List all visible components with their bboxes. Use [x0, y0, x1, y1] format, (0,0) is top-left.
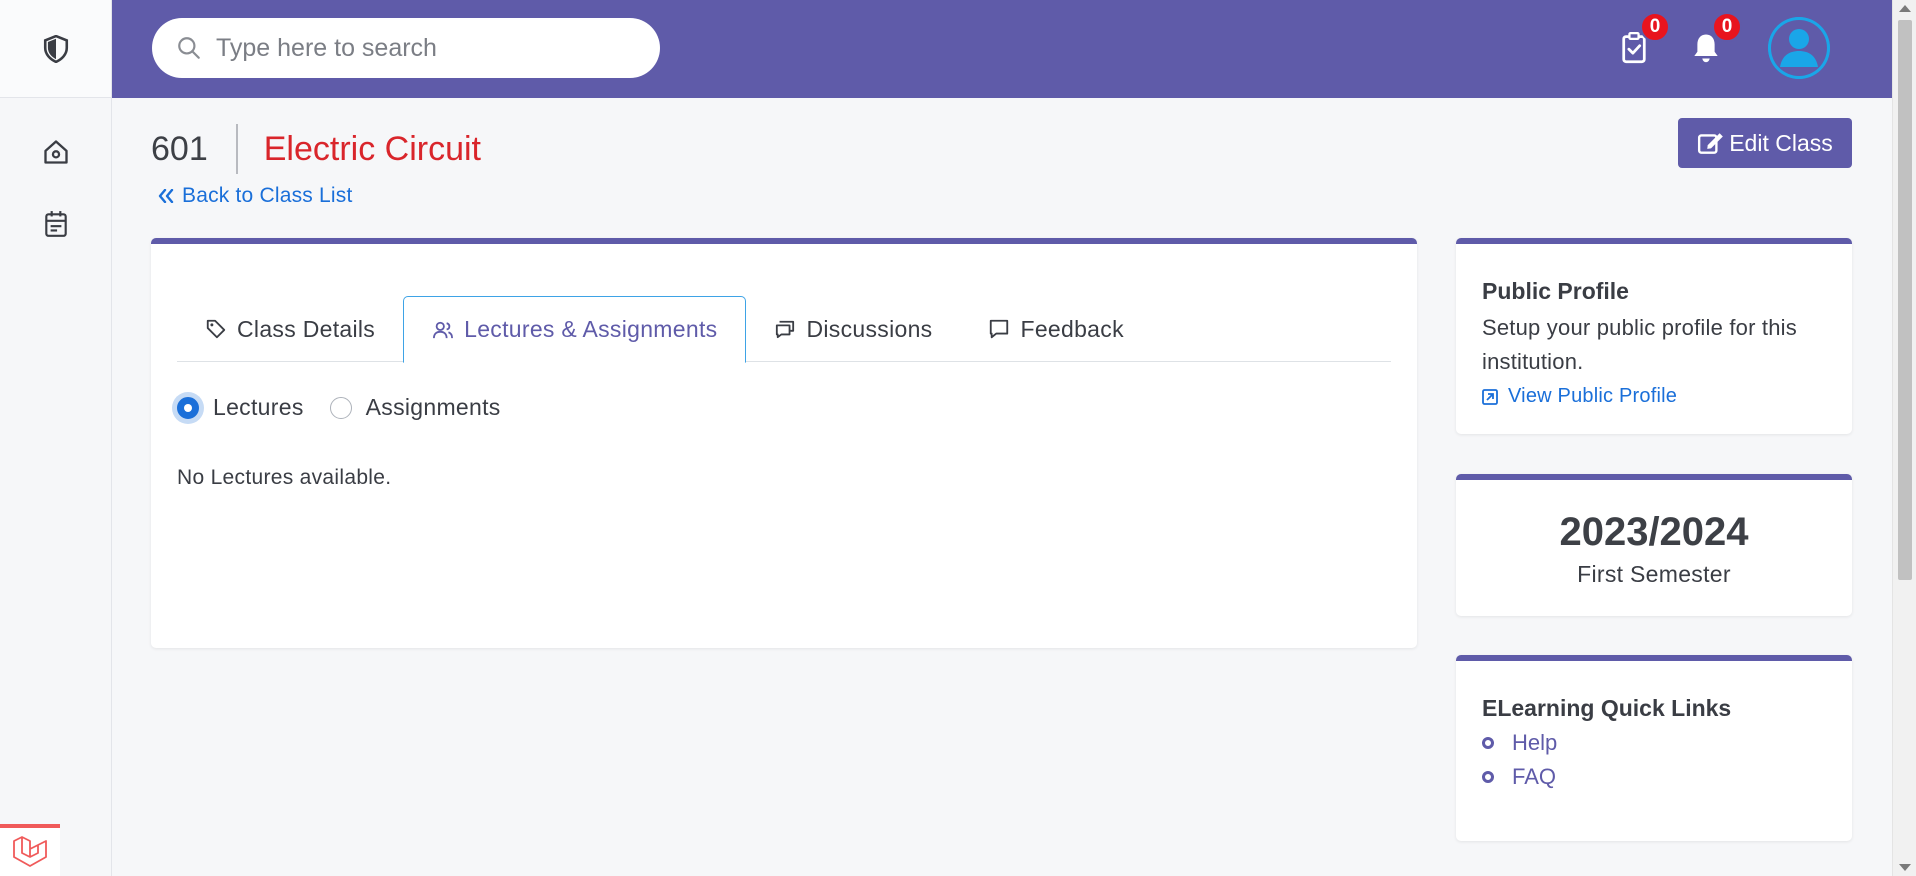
- search-input[interactable]: [216, 33, 636, 63]
- quick-link-label[interactable]: FAQ: [1512, 762, 1556, 792]
- back-to-class-list-link[interactable]: Back to Class List: [158, 184, 353, 208]
- empty-state-message: No Lectures available.: [177, 466, 392, 489]
- tag-icon: [206, 319, 226, 339]
- tab-lectures-assignments[interactable]: Lectures & Assignments: [403, 296, 747, 363]
- content-type-filter: Lectures Assignments: [177, 394, 527, 421]
- radio-lectures-input[interactable]: [177, 396, 199, 419]
- public-profile-card: Public Profile Setup your public profile…: [1456, 238, 1852, 434]
- class-code: 601: [151, 124, 238, 174]
- users-icon: [433, 321, 454, 338]
- back-link-label: Back to Class List: [182, 184, 353, 207]
- quick-links-card: ELearning Quick Links Help FAQ: [1456, 655, 1852, 841]
- scroll-up-arrow-icon[interactable]: [1899, 5, 1911, 12]
- circle-bullet-icon: [1482, 771, 1494, 783]
- radio-assignments-input[interactable]: [329, 396, 352, 419]
- session-card: 2023/2024 First Semester: [1456, 474, 1852, 616]
- comment-icon: [990, 319, 1009, 339]
- quick-link-label[interactable]: Help: [1512, 728, 1557, 758]
- class-content-card: Class Details Lectures & Assignments Dis…: [151, 238, 1417, 648]
- tab-discussions[interactable]: Discussions: [746, 296, 960, 362]
- edit-class-label: Edit Class: [1729, 129, 1833, 156]
- quick-links-title: ELearning Quick Links: [1482, 695, 1732, 721]
- user-avatar[interactable]: [1768, 17, 1830, 79]
- debug-toolbar-toggle[interactable]: [0, 824, 60, 876]
- public-profile-title: Public Profile: [1482, 278, 1629, 304]
- radio-lectures[interactable]: Lectures: [177, 394, 304, 421]
- tab-label: Class Details: [237, 315, 376, 342]
- chat-bubbles-icon: [776, 320, 795, 339]
- tasks-badge: 0: [1640, 12, 1670, 42]
- tab-label: Lectures & Assignments: [464, 316, 718, 342]
- scrollbar-thumb[interactable]: [1898, 20, 1912, 580]
- calendar-icon: [45, 211, 67, 237]
- tab-feedback[interactable]: Feedback: [960, 296, 1151, 362]
- quick-link-help[interactable]: Help: [1482, 728, 1826, 758]
- class-name: Electric Circuit: [263, 130, 481, 168]
- external-link-icon: [1482, 388, 1498, 405]
- quick-link-faq[interactable]: FAQ: [1482, 762, 1826, 792]
- view-public-profile-link[interactable]: View Public Profile: [1482, 385, 1826, 408]
- session-term: First Semester: [1577, 561, 1731, 587]
- tasks-button[interactable]: 0: [1614, 12, 1670, 68]
- edit-class-button[interactable]: Edit Class: [1678, 118, 1852, 168]
- notifications-button[interactable]: 0: [1686, 12, 1742, 68]
- left-sidebar: [0, 0, 112, 876]
- laravel-icon: [13, 836, 47, 867]
- radio-assignments[interactable]: Assignments: [329, 394, 501, 421]
- double-chevron-left-icon: [158, 189, 174, 203]
- sidebar-item-home[interactable]: [0, 116, 112, 188]
- session-year: 2023/2024: [1559, 510, 1749, 554]
- radio-label: Lectures: [213, 394, 304, 420]
- tab-label: Discussions: [806, 315, 933, 342]
- sidebar-item-calendar[interactable]: [0, 188, 112, 260]
- page-title: 601 Electric Circuit: [151, 124, 481, 174]
- shield-icon: [43, 34, 68, 63]
- user-avatar-icon: [1768, 17, 1830, 79]
- app: 0 0 601 Electric Circuit Back to Class L: [0, 0, 1916, 876]
- edit-icon: [1698, 133, 1724, 154]
- scroll-down-arrow-icon[interactable]: [1899, 864, 1911, 871]
- circle-bullet-icon: [1482, 737, 1494, 749]
- public-profile-description: Setup your public profile for this insti…: [1482, 315, 1797, 374]
- tab-class-details[interactable]: Class Details: [177, 296, 403, 362]
- search-bar[interactable]: [152, 18, 660, 78]
- search-icon: [178, 37, 200, 59]
- home-icon: [44, 140, 68, 164]
- view-public-profile-label: View Public Profile: [1508, 385, 1678, 407]
- class-tabs: Class Details Lectures & Assignments Dis…: [177, 296, 1391, 363]
- logo[interactable]: [0, 0, 111, 98]
- top-header: 0 0: [112, 0, 1892, 98]
- radio-label: Assignments: [365, 394, 501, 420]
- notifications-badge: 0: [1712, 12, 1742, 42]
- tab-label: Feedback: [1020, 315, 1124, 342]
- page-scrollbar[interactable]: [1892, 0, 1916, 876]
